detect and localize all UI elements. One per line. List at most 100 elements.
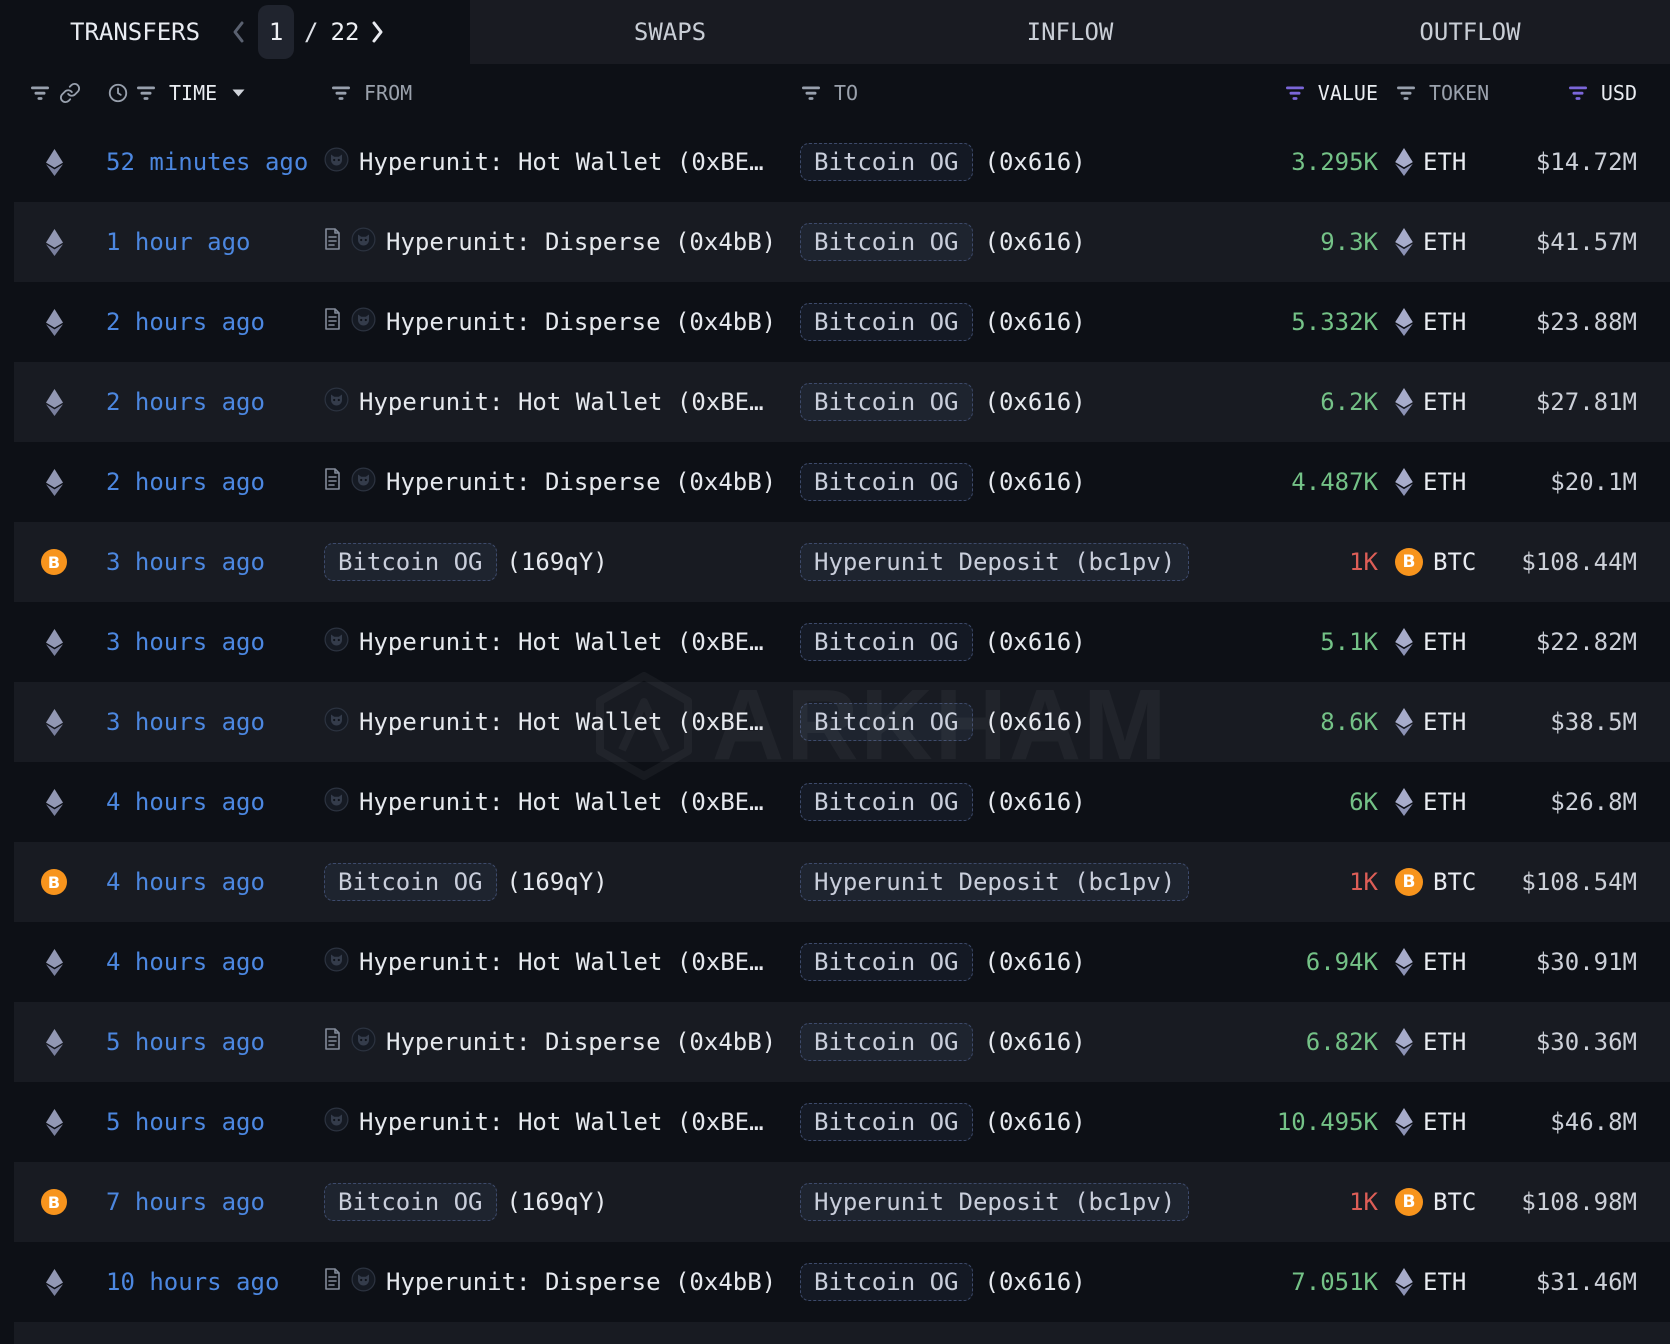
to-entity-pill[interactable]: Bitcoin OG [800,783,973,821]
tab-outflow[interactable]: OUTFLOW [1270,0,1670,64]
table-row[interactable]: B 4 hours ago Hyperunit: Hot Wallet (0xB… [14,922,1670,1002]
table-row-partial[interactable] [14,1322,1670,1344]
row-usd-cell: $38.5M [1498,682,1670,762]
tab-inflow[interactable]: INFLOW [870,0,1270,64]
transaction-time-link[interactable]: 3 hours ago [106,628,265,656]
from-entity-pill[interactable]: Bitcoin OG [324,543,497,581]
column-header-token[interactable]: TOKEN [1429,81,1489,105]
to-entity-pill[interactable]: Hyperunit Deposit (bc1pv) [800,863,1189,901]
to-entity-pill[interactable]: Bitcoin OG [800,703,973,741]
row-from-cell: Hyperunit: Disperse (0x4bB) [324,282,772,362]
table-row[interactable]: B 2 hours ago Hyperunit: Disperse (0x4bB… [14,442,1670,522]
column-header-value[interactable]: VALUE [1318,81,1378,105]
transfer-amount: 1K [1349,868,1378,896]
from-entity-name[interactable]: Hyperunit: Hot Wallet (0xBE… [359,708,764,736]
table-row[interactable]: B 4 hours ago Bitcoin OG (169qY) Hyperun… [14,842,1670,922]
to-entity-pill[interactable]: Bitcoin OG [800,1263,973,1301]
prev-page-button[interactable] [226,12,250,52]
to-entity-pill[interactable]: Bitcoin OG [800,143,973,181]
tab-transfers[interactable]: TRANSFERS 1 / 22 [0,0,470,64]
table-row[interactable]: B 3 hours ago Bitcoin OG (169qY) Hyperun… [14,522,1670,602]
row-token-cell: B [14,442,94,522]
filter-icon-active[interactable] [1284,85,1306,101]
column-header-from[interactable]: FROM [364,81,412,105]
transaction-time-link[interactable]: 3 hours ago [106,708,265,736]
table-row[interactable]: B 52 minutes ago Hyperunit: Hot Wallet (… [14,122,1670,202]
from-entity-name[interactable]: Hyperunit: Hot Wallet (0xBE… [359,388,764,416]
transaction-time-link[interactable]: 1 hour ago [106,228,251,256]
table-row[interactable]: B 3 hours ago Hyperunit: Hot Wallet (0xB… [14,602,1670,682]
from-entity-name[interactable]: Hyperunit: Hot Wallet (0xBE… [359,148,764,176]
to-entity-pill[interactable]: Bitcoin OG [800,463,973,501]
filter-icon[interactable] [29,85,51,101]
filter-icon[interactable] [1395,85,1417,101]
from-entity-name[interactable]: Hyperunit: Disperse (0x4bB) [386,468,776,496]
table-row[interactable]: B 10 hours ago Hyperunit: Disperse (0x4b… [14,1242,1670,1322]
to-entity-pill[interactable]: Bitcoin OG [800,943,973,981]
from-entity-name[interactable]: Hyperunit: Hot Wallet (0xBE… [359,788,764,816]
table-row[interactable]: B 2 hours ago Hyperunit: Hot Wallet (0xB… [14,362,1670,442]
next-page-button[interactable] [365,12,389,52]
transaction-time-link[interactable]: 4 hours ago [106,948,265,976]
transfer-amount: 1K [1349,1188,1378,1216]
from-entity-name[interactable]: Hyperunit: Disperse (0x4bB) [386,308,776,336]
btc-icon: B [41,1189,67,1215]
row-usd-cell: $22.82M [1498,602,1670,682]
table-row[interactable]: B 5 hours ago Hyperunit: Hot Wallet (0xB… [14,1082,1670,1162]
link-icon[interactable] [59,82,81,104]
transaction-time-link[interactable]: 4 hours ago [106,868,265,896]
transaction-time-link[interactable]: 5 hours ago [106,1028,265,1056]
column-header-time[interactable]: TIME [169,81,217,105]
clock-icon[interactable] [107,82,129,104]
from-entity-name[interactable]: Hyperunit: Disperse (0x4bB) [386,228,776,256]
table-row[interactable]: B 3 hours ago Hyperunit: Hot Wallet (0xB… [14,682,1670,762]
table-row[interactable]: B 7 hours ago Bitcoin OG (169qY) Hyperun… [14,1162,1670,1242]
hyperunit-avatar [351,467,376,498]
row-token-label-cell: B ETH [1378,202,1498,282]
table-row[interactable]: B 2 hours ago Hyperunit: Disperse (0x4bB… [14,282,1670,362]
transaction-time-link[interactable]: 2 hours ago [106,388,265,416]
transaction-time-link[interactable]: 2 hours ago [106,308,265,336]
to-entity-pill[interactable]: Bitcoin OG [800,223,973,261]
transaction-time-link[interactable]: 3 hours ago [106,548,265,576]
filter-icon-active[interactable] [1567,85,1589,101]
row-usd-cell: $108.54M [1498,842,1670,922]
table-row[interactable]: B 4 hours ago Hyperunit: Hot Wallet (0xB… [14,762,1670,842]
from-entity-name[interactable]: Hyperunit: Hot Wallet (0xBE… [359,628,764,656]
chevron-down-icon[interactable] [231,88,246,98]
transaction-time-link[interactable]: 10 hours ago [106,1268,279,1296]
from-entity-pill[interactable]: Bitcoin OG [324,863,497,901]
transaction-time-link[interactable]: 4 hours ago [106,788,265,816]
to-entity-pill[interactable]: Bitcoin OG [800,623,973,661]
to-entity-pill[interactable]: Hyperunit Deposit (bc1pv) [800,543,1189,581]
row-from-cell: Hyperunit: Disperse (0x4bB) [324,442,772,522]
usd-amount: $22.82M [1536,628,1637,656]
to-entity-pill[interactable]: Bitcoin OG [800,303,973,341]
tab-swaps[interactable]: SWAPS [470,0,870,64]
from-entity-pill[interactable]: Bitcoin OG [324,1183,497,1221]
transaction-time-link[interactable]: 7 hours ago [106,1188,265,1216]
transaction-time-link[interactable]: 5 hours ago [106,1108,265,1136]
from-entity-name[interactable]: Hyperunit: Hot Wallet (0xBE… [359,948,764,976]
to-entity-pill[interactable]: Bitcoin OG [800,383,973,421]
from-entity-name[interactable]: Hyperunit: Disperse (0x4bB) [386,1268,776,1296]
transaction-time-link[interactable]: 52 minutes ago [106,148,308,176]
table-row[interactable]: B 5 hours ago Hyperunit: Disperse (0x4bB… [14,1002,1670,1082]
transfer-amount: 9.3K [1320,228,1378,256]
from-entity-name[interactable]: Hyperunit: Disperse (0x4bB) [386,1028,776,1056]
column-header-to[interactable]: TO [834,81,858,105]
filter-icon[interactable] [330,85,352,101]
column-header-usd[interactable]: USD [1601,81,1637,105]
to-entity-pill[interactable]: Bitcoin OG [800,1023,973,1061]
table-row[interactable]: B 1 hour ago Hyperunit: Disperse (0x4bB)… [14,202,1670,282]
row-to-cell: Bitcoin OG (0x616) [772,602,1188,682]
filter-icon[interactable] [135,85,157,101]
transaction-time-link[interactable]: 2 hours ago [106,468,265,496]
eth-icon [1395,308,1413,336]
row-value-cell: 6.94K [1188,922,1378,1002]
to-entity-pill[interactable]: Hyperunit Deposit (bc1pv) [800,1183,1189,1221]
row-token-cell: B [14,1002,94,1082]
to-entity-pill[interactable]: Bitcoin OG [800,1103,973,1141]
filter-icon[interactable] [800,85,822,101]
from-entity-name[interactable]: Hyperunit: Hot Wallet (0xBE… [359,1108,764,1136]
